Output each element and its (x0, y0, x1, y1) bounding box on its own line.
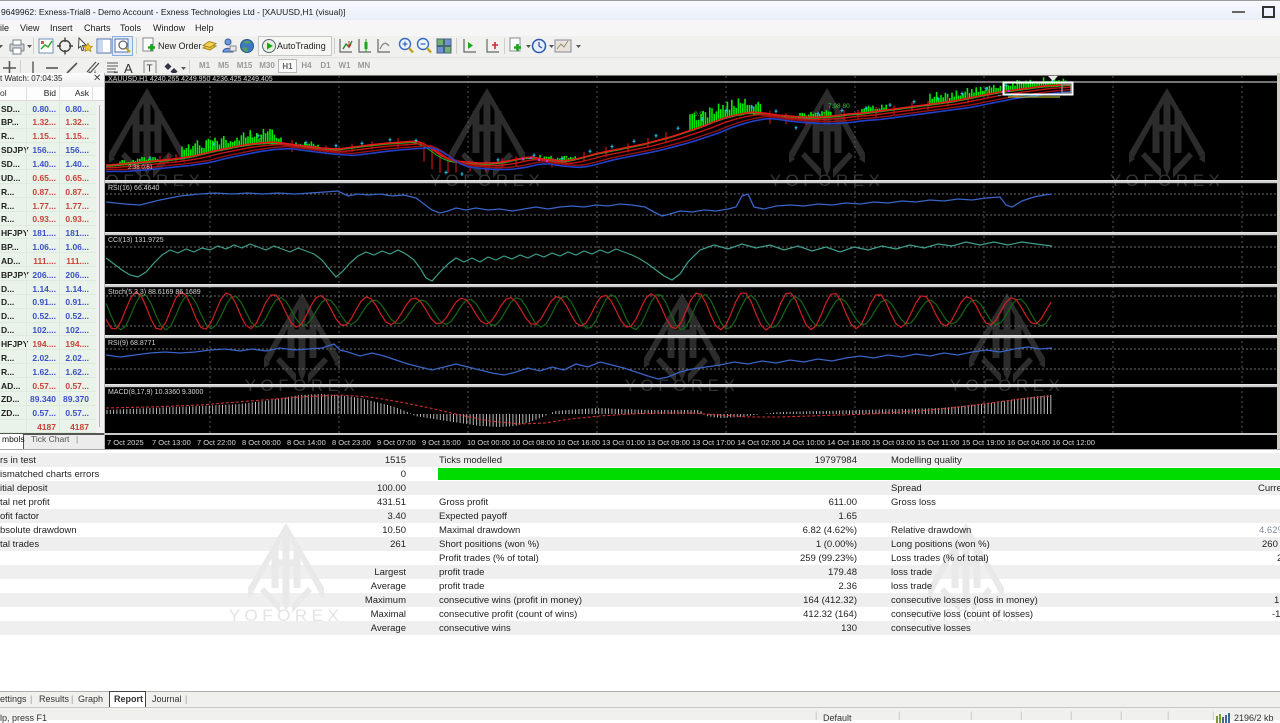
svg-text:15 Oct 03:00: 15 Oct 03:00 (872, 438, 915, 447)
svg-text:7 Oct 13:00: 7 Oct 13:00 (152, 438, 191, 447)
svg-text:16 Oct 04:00: 16 Oct 04:00 (1007, 438, 1050, 447)
svg-text:Stoch(5,3,3) 88.6169 86.1689: Stoch(5,3,3) 88.6169 86.1689 (108, 289, 201, 296)
svg-text:7 Oct 2025: 7 Oct 2025 (107, 438, 144, 447)
svg-text:7 Oct 22:00: 7 Oct 22:00 (197, 438, 236, 447)
svg-text:9 Oct 07:00: 9 Oct 07:00 (377, 438, 416, 447)
svg-text:13 Oct 09:00: 13 Oct 09:00 (647, 438, 690, 447)
svg-text:2.38 0.61: 2.38 0.61 (128, 165, 154, 171)
svg-text:CCI(13) 131.9725: CCI(13) 131.9725 (108, 237, 164, 244)
svg-text:14 Oct 10:00: 14 Oct 10:00 (782, 438, 825, 447)
svg-text:16 Oct 12:00: 16 Oct 12:00 (1052, 438, 1095, 447)
svg-text:9 Oct 15:00: 9 Oct 15:00 (422, 438, 461, 447)
svg-text:7.98 80: 7.98 80 (828, 103, 850, 110)
svg-text:0.9: 0.9 (694, 111, 703, 118)
svg-text:8 Oct 23:00: 8 Oct 23:00 (332, 438, 371, 447)
svg-text:15 Oct 11:00: 15 Oct 11:00 (917, 438, 959, 447)
svg-text:10 Oct 00:00: 10 Oct 00:00 (467, 438, 510, 447)
svg-text:8 Oct 14:00: 8 Oct 14:00 (287, 438, 326, 447)
svg-text:14 Oct 02:00: 14 Oct 02:00 (737, 438, 780, 447)
svg-text:1.73: 1.73 (250, 134, 263, 141)
svg-text:RSI(9) 68.8771: RSI(9) 68.8771 (108, 340, 156, 347)
svg-text:13 Oct 17:00: 13 Oct 17:00 (692, 438, 735, 447)
svg-text:8 Oct 06:00: 8 Oct 06:00 (242, 438, 281, 447)
svg-text:MACD(8,17,9) 10.3360 9.3000: MACD(8,17,9) 10.3360 9.3000 (108, 389, 203, 396)
svg-text:13 Oct 01:00: 13 Oct 01:00 (602, 438, 645, 447)
svg-text:10 Oct 08:00: 10 Oct 08:00 (512, 438, 555, 447)
svg-text:14 Oct 18:00: 14 Oct 18:00 (827, 438, 870, 447)
svg-text:XAUUSD,H1 4240.265 4249.950 4: XAUUSD,H1 4240.265 4249.950 4236.425 424… (108, 76, 273, 83)
svg-text:15 Oct 19:00: 15 Oct 19:00 (962, 438, 1005, 447)
svg-text:RSI(16) 66.4640: RSI(16) 66.4640 (108, 185, 159, 192)
svg-text:10 Oct 16:00: 10 Oct 16:00 (557, 438, 600, 447)
